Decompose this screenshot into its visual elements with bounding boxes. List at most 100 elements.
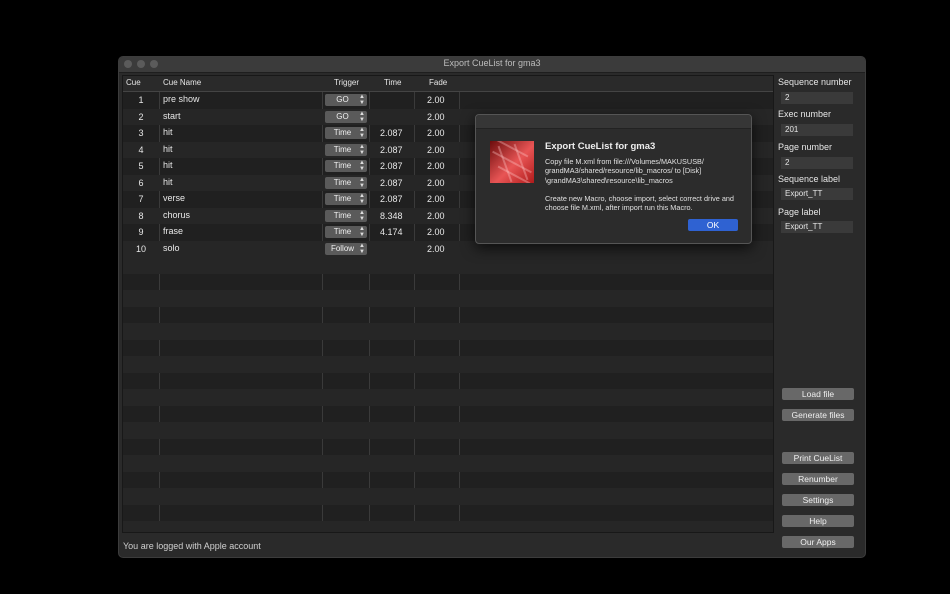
exec-number-field[interactable]: 201 [781,124,853,136]
cue-name[interactable]: hit [163,127,173,137]
trigger-select[interactable]: Time ▲ ▼ [325,127,367,139]
exec-number-value: 201 [785,125,799,134]
trigger-select[interactable]: GO ▲ ▼ [325,110,367,123]
cue-number: 9 [138,227,144,237]
cue-number: 10 [135,243,146,254]
table-row-empty[interactable] [123,472,773,489]
cue-name[interactable]: frase [163,226,183,236]
table-row-empty[interactable] [123,257,773,274]
up-down-chevron-icon: ▲ ▼ [359,160,365,172]
trigger-select[interactable]: Time ▲ ▼ [325,193,367,205]
dialog-message-import: Create new Macro, choose import, select … [545,193,734,213]
our-apps-button[interactable]: Our Apps [782,536,854,548]
trigger-select[interactable]: Time ▲ ▼ [325,226,367,238]
trigger-select[interactable]: Time ▲ ▼ [325,209,367,222]
cue-number: 1 [138,95,144,105]
trigger-value: Time [333,227,352,236]
table-row-empty[interactable] [123,455,773,472]
cue-name[interactable]: start [163,111,181,121]
table-row-empty[interactable] [123,307,773,324]
table-row-empty[interactable] [123,488,773,505]
trigger-select[interactable]: Time ▲ ▼ [325,143,367,156]
exec-number-label: Exec number [778,109,832,119]
table-row-empty[interactable] [123,290,773,307]
page-label-label: Page label [778,207,821,217]
header-trigger[interactable]: Trigger [334,78,359,87]
cue-number: 6 [138,177,144,188]
cue-fade[interactable]: 2.00 [427,95,445,105]
header-cue[interactable]: Cue [126,78,141,87]
empty-rows [123,257,773,532]
cue-name[interactable]: solo [163,243,180,253]
page-number-field[interactable]: 2 [781,157,853,169]
table-row-empty[interactable] [123,439,773,456]
trigger-value: Time [333,194,352,203]
header-time[interactable]: Time [384,78,401,87]
trigger-select[interactable]: Follow ▲ ▼ [325,242,367,255]
cue-name[interactable]: pre show [163,94,200,104]
table-row-empty[interactable] [123,521,773,532]
cue-name[interactable]: hit [163,144,173,154]
cue-fade[interactable]: 2.00 [427,145,445,155]
cue-time[interactable]: 4.174 [380,227,403,237]
cue-fade[interactable]: 2.00 [427,211,445,221]
cue-time[interactable]: 2.087 [380,178,403,188]
table-row-empty[interactable] [123,356,773,373]
help-button[interactable]: Help [782,515,854,527]
cue-time[interactable]: 2.087 [380,194,403,204]
cue-time[interactable]: 8.348 [380,211,403,221]
title-bar: Export CueList for gma3 [119,57,865,73]
cue-fade[interactable]: 2.00 [427,112,445,122]
trigger-select[interactable]: Time ▲ ▼ [325,176,367,189]
sequence-number-field[interactable]: 2 [781,92,853,104]
table-row[interactable]: 1 pre show GO ▲ ▼ 2.00 [123,92,773,109]
login-status: You are logged with Apple account [123,541,261,551]
cue-name[interactable]: hit [163,177,173,187]
print-cuelist-button[interactable]: Print CueList [782,452,854,464]
cue-fade[interactable]: 2.00 [427,178,445,188]
trigger-value: GO [336,95,349,104]
table-row-empty[interactable] [123,323,773,340]
page-label-field[interactable]: Export_TT [781,221,853,233]
cue-name[interactable]: chorus [163,210,190,220]
header-fade[interactable]: Fade [429,78,447,87]
table-row-empty[interactable] [123,505,773,522]
dialog-title: Export CueList for gma3 [545,141,656,152]
trigger-select[interactable]: Time ▲ ▼ [325,160,367,172]
dialog-message-copy: Copy file M.xml from file:///Volumes/MAK… [545,157,704,185]
ok-button[interactable]: OK [688,219,738,231]
table-row-empty[interactable] [123,389,773,406]
sequence-number-label: Sequence number [778,77,852,87]
table-row-empty[interactable] [123,373,773,390]
cue-fade[interactable]: 2.00 [427,128,445,138]
settings-button[interactable]: Settings [782,494,854,506]
cue-number: 3 [138,128,144,138]
up-down-chevron-icon: ▲ ▼ [359,127,365,139]
table-row-empty[interactable] [123,340,773,357]
sequence-label-field[interactable]: Export_TT [781,188,853,200]
trigger-select[interactable]: GO ▲ ▼ [325,94,367,106]
cue-name[interactable]: verse [163,193,185,203]
sequence-label-label: Sequence label [778,174,841,184]
cue-number: 5 [138,161,144,171]
cue-time[interactable]: 2.087 [380,145,403,155]
cue-time[interactable]: 2.087 [380,161,403,171]
cue-fade[interactable]: 2.00 [427,227,445,237]
load-file-button[interactable]: Load file [782,388,854,400]
cue-fade[interactable]: 2.00 [427,244,445,254]
table-row-empty[interactable] [123,274,773,291]
cue-name[interactable]: hit [163,160,173,170]
table-row-empty[interactable] [123,422,773,439]
table-row-empty[interactable] [123,406,773,423]
generate-files-button[interactable]: Generate files [782,409,854,421]
trigger-value: Follow [330,243,355,253]
header-cue-name[interactable]: Cue Name [163,78,201,87]
cue-fade[interactable]: 2.00 [427,194,445,204]
cue-fade[interactable]: 2.00 [427,161,445,171]
cue-time[interactable]: 2.087 [380,128,403,138]
renumber-button[interactable]: Renumber [782,473,854,485]
up-down-chevron-icon: ▲ ▼ [359,143,365,156]
trigger-value: Time [333,177,352,187]
table-header: Cue Cue Name Trigger Time Fade [123,76,773,92]
cue-number: 2 [138,111,144,122]
